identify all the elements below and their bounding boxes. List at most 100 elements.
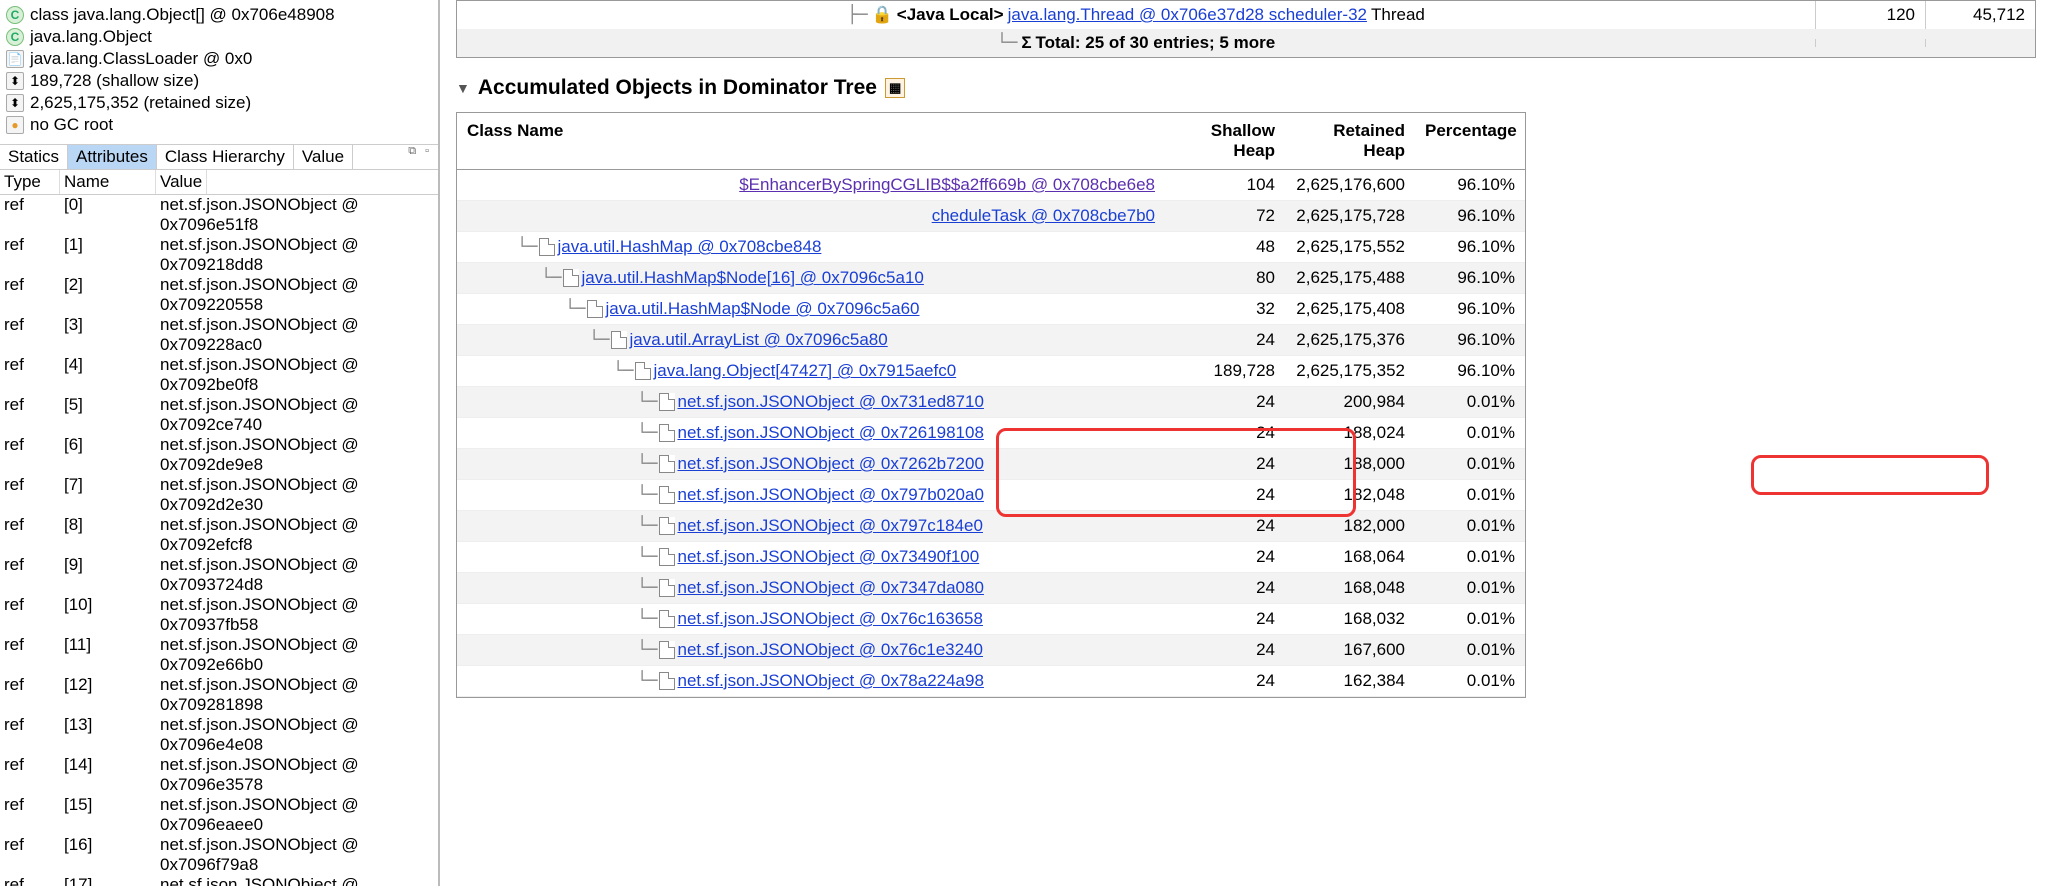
class-link[interactable]: java.lang.Object[47427] @ 0x7915aefc0 (653, 361, 956, 381)
class-link[interactable]: net.sf.json.JSONObject @ 0x7347da080 (677, 578, 983, 598)
col-type[interactable]: Type (0, 170, 60, 194)
class-link[interactable]: net.sf.json.JSONObject @ 0x797c184e0 (677, 516, 982, 536)
class-link[interactable]: net.sf.json.JSONObject @ 0x76c1e3240 (677, 640, 982, 660)
dominator-row[interactable]: └─java.util.HashMap$Node @ 0x7096c5a6032… (457, 294, 1525, 325)
tab-attributes[interactable]: Attributes (68, 145, 157, 169)
page-icon (611, 331, 627, 349)
shallow-heap-value: 80 (1165, 263, 1285, 293)
tree-connector-icon: ├─ (847, 5, 867, 25)
dominator-row[interactable]: └─java.util.HashMap @ 0x708cbe848482,625… (457, 232, 1525, 263)
class-link[interactable]: java.util.HashMap$Node[16] @ 0x7096c5a10 (581, 268, 923, 288)
col-value[interactable]: Value (156, 170, 207, 194)
sigma-icon: Σ (1021, 33, 1031, 53)
attribute-row[interactable]: ref[12]net.sf.json.JSONObject @ 0x709281… (0, 675, 438, 715)
attr-value: net.sf.json.JSONObject @ 0x7096e3578 (160, 755, 434, 795)
col-shallow-heap[interactable]: Shallow Heap (1165, 113, 1285, 169)
shallow-heap-value: 24 (1165, 325, 1285, 355)
attr-value: net.sf.json.JSONObject @ 0x7096f79a8 (160, 835, 434, 875)
attribute-row[interactable]: ref[11]net.sf.json.JSONObject @ 0x7092e6… (0, 635, 438, 675)
class-link[interactable]: net.sf.json.JSONObject @ 0x76c163658 (677, 609, 982, 629)
attr-name: [14] (64, 755, 160, 795)
dominator-row[interactable]: └─java.lang.Object[47427] @ 0x7915aefc01… (457, 356, 1525, 387)
attribute-row[interactable]: ref[10]net.sf.json.JSONObject @ 0x70937f… (0, 595, 438, 635)
dominator-row[interactable]: └─net.sf.json.JSONObject @ 0x797c184e024… (457, 511, 1525, 542)
class-link[interactable]: $EnhancerBySpringCGLIB$$a2ff669b @ 0x708… (739, 175, 1155, 195)
dominator-row[interactable]: └─net.sf.json.JSONObject @ 0x7262b720024… (457, 449, 1525, 480)
attr-type: ref (4, 395, 64, 435)
class-link[interactable]: java.util.HashMap @ 0x708cbe848 (557, 237, 821, 257)
page-icon (659, 548, 675, 566)
attribute-row[interactable]: ref[2]net.sf.json.JSONObject @ 0x7092205… (0, 275, 438, 315)
dominator-row[interactable]: └─net.sf.json.JSONObject @ 0x73490f10024… (457, 542, 1525, 573)
shallow-heap-value: 48 (1165, 232, 1285, 262)
dominator-row[interactable]: └─net.sf.json.JSONObject @ 0x76c16365824… (457, 604, 1525, 635)
tree-connector-icon: └─ (637, 485, 657, 505)
dominator-row[interactable]: └─net.sf.json.JSONObject @ 0x72619810824… (457, 418, 1525, 449)
attr-name: [3] (64, 315, 160, 355)
class-link[interactable]: net.sf.json.JSONObject @ 0x78a224a98 (677, 671, 983, 691)
shallow-heap-value: 24 (1165, 604, 1285, 634)
attribute-row[interactable]: ref[14]net.sf.json.JSONObject @ 0x7096e3… (0, 755, 438, 795)
attribute-row[interactable]: ref[5]net.sf.json.JSONObject @ 0x7092ce7… (0, 395, 438, 435)
class-link[interactable]: net.sf.json.JSONObject @ 0x731ed8710 (677, 392, 983, 412)
attr-value: net.sf.json.JSONObject @ 0x709710aa0 (160, 875, 434, 886)
class-link[interactable]: net.sf.json.JSONObject @ 0x797b020a0 (677, 485, 983, 505)
attribute-row[interactable]: ref[3]net.sf.json.JSONObject @ 0x709228a… (0, 315, 438, 355)
attribute-row[interactable]: ref[7]net.sf.json.JSONObject @ 0x7092d2e… (0, 475, 438, 515)
class-link[interactable]: net.sf.json.JSONObject @ 0x7262b7200 (677, 454, 983, 474)
tab-class-hierarchy[interactable]: Class Hierarchy (157, 145, 294, 169)
attribute-row[interactable]: ref[0]net.sf.json.JSONObject @ 0x7096e51… (0, 195, 438, 235)
attribute-row[interactable]: ref[9]net.sf.json.JSONObject @ 0x7093724… (0, 555, 438, 595)
section-action-icon[interactable]: ▦ (885, 78, 905, 98)
col-class-name[interactable]: Class Name (457, 113, 1165, 169)
attribute-row[interactable]: ref[4]net.sf.json.JSONObject @ 0x7092be0… (0, 355, 438, 395)
attribute-row[interactable]: ref[16]net.sf.json.JSONObject @ 0x7096f7… (0, 835, 438, 875)
attr-type: ref (4, 595, 64, 635)
thread-link[interactable]: java.lang.Thread @ 0x706e37d28 scheduler… (1008, 5, 1367, 25)
dominator-row[interactable]: └─net.sf.json.JSONObject @ 0x797b020a024… (457, 480, 1525, 511)
class-link[interactable]: net.sf.json.JSONObject @ 0x73490f100 (677, 547, 979, 567)
attr-type: ref (4, 515, 64, 555)
col-name[interactable]: Name (60, 170, 156, 194)
class-link[interactable]: java.util.HashMap$Node @ 0x7096c5a60 (605, 299, 919, 319)
attribute-row[interactable]: ref[13]net.sf.json.JSONObject @ 0x7096e4… (0, 715, 438, 755)
attribute-row[interactable]: ref[17]net.sf.json.JSONObject @ 0x709710… (0, 875, 438, 886)
attr-value: net.sf.json.JSONObject @ 0x7092be0f8 (160, 355, 434, 395)
attribute-row[interactable]: ref[6]net.sf.json.JSONObject @ 0x7092de9… (0, 435, 438, 475)
page-icon (659, 486, 675, 504)
dominator-row[interactable]: └─net.sf.json.JSONObject @ 0x731ed871024… (457, 387, 1525, 418)
attribute-row[interactable]: ref[15]net.sf.json.JSONObject @ 0x7096ea… (0, 795, 438, 835)
col-retained-heap[interactable]: Retained Heap (1285, 113, 1415, 169)
dominator-row[interactable]: └─java.util.ArrayList @ 0x7096c5a80242,6… (457, 325, 1525, 356)
attr-type: ref (4, 715, 64, 755)
collapse-triangle-icon[interactable]: ▼ (456, 80, 470, 96)
top-val2: 45,712 (1925, 1, 2035, 29)
top-val2-empty (1925, 39, 2035, 47)
tab-statics[interactable]: Statics (0, 145, 68, 169)
section-header[interactable]: ▼ Accumulated Objects in Dominator Tree … (456, 76, 2036, 100)
dominator-row[interactable]: └─net.sf.json.JSONObject @ 0x76c1e324024… (457, 635, 1525, 666)
dominator-row[interactable]: └─ java.util.HashMap$Node[16] @ 0x7096c5a… (457, 263, 1525, 294)
tab-value[interactable]: Value (294, 145, 353, 169)
dominator-row[interactable]: cheduleTask @ 0x708cbe7b0722,625,175,728… (457, 201, 1525, 232)
attribute-row[interactable]: ref[8]net.sf.json.JSONObject @ 0x7092efc… (0, 515, 438, 555)
inspector-line: 2,625,175,352 (retained size) (30, 93, 251, 113)
col-percentage[interactable]: Percentage (1415, 113, 1525, 169)
class-link[interactable]: net.sf.json.JSONObject @ 0x726198108 (677, 423, 983, 443)
percentage-value: 0.01% (1415, 573, 1525, 603)
dominator-row[interactable]: $EnhancerBySpringCGLIB$$a2ff669b @ 0x708… (457, 170, 1525, 201)
attr-name: [15] (64, 795, 160, 835)
class-link[interactable]: java.util.ArrayList @ 0x7096c5a80 (629, 330, 887, 350)
retained-icon: ⬍ (6, 94, 24, 112)
tree-connector-icon: └─ (541, 268, 561, 288)
dominator-row[interactable]: └─net.sf.json.JSONObject @ 0x78a224a9824… (457, 666, 1525, 697)
java-local-prefix: <Java Local> (897, 5, 1004, 25)
attr-type: ref (4, 555, 64, 595)
attribute-row[interactable]: ref[1]net.sf.json.JSONObject @ 0x709218d… (0, 235, 438, 275)
attributes-body[interactable]: ref[0]net.sf.json.JSONObject @ 0x7096e51… (0, 195, 438, 886)
class-link[interactable]: cheduleTask @ 0x708cbe7b0 (932, 206, 1155, 226)
attr-value: net.sf.json.JSONObject @ 0x7096e4e08 (160, 715, 434, 755)
panel-menu-icons[interactable]: ⧉ ▫ (408, 145, 432, 158)
retained-heap-value: 168,064 (1285, 542, 1415, 572)
dominator-row[interactable]: └─net.sf.json.JSONObject @ 0x7347da08024… (457, 573, 1525, 604)
